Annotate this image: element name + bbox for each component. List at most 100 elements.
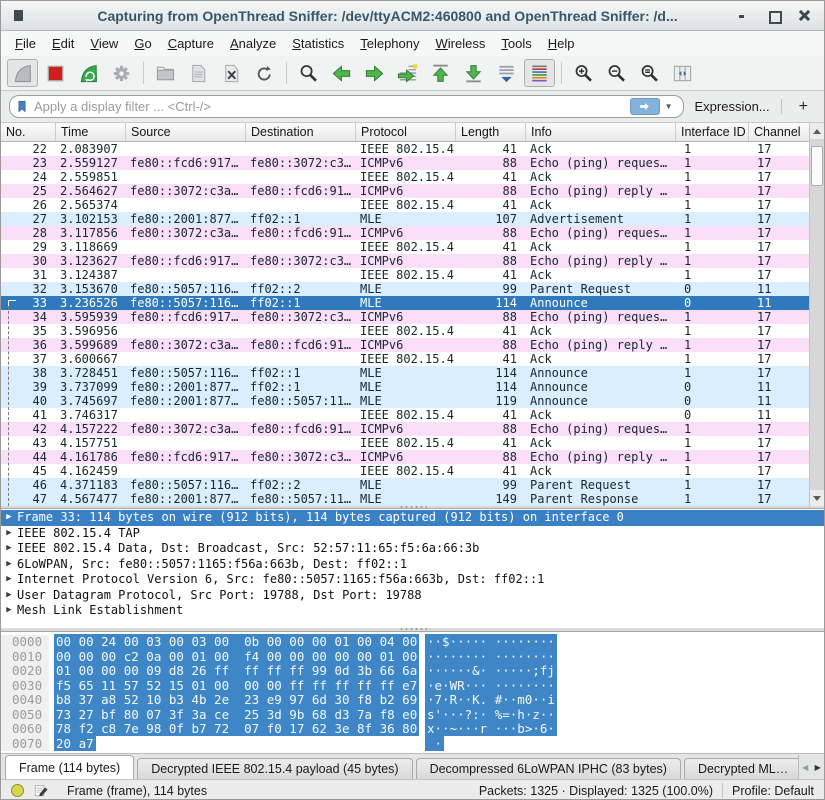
column-header-interface-id[interactable]: Interface ID [676,123,749,141]
go-last-button[interactable] [458,59,489,87]
add-filter-button[interactable]: + [791,98,816,116]
go-forward-button[interactable] [359,59,390,87]
start-capture-button[interactable] [7,59,38,87]
scrollbar-track[interactable] [810,139,824,490]
column-header-time[interactable]: Time [56,123,126,141]
menu-file[interactable]: File [7,33,44,54]
save-file-button[interactable] [183,59,214,87]
go-first-button[interactable] [425,59,456,87]
maximize-icon[interactable] [768,10,779,21]
resize-columns-button[interactable] [667,59,698,87]
minimize-icon[interactable] [737,10,748,21]
menu-help[interactable]: Help [540,33,583,54]
go-to-packet-button[interactable] [392,59,423,87]
packet-row[interactable]: 424.157222fe80::3072:c3a…fe80::fcd6:91…I… [1,422,811,436]
expand-arrow-icon[interactable]: ▶ [1,541,17,557]
menu-tools[interactable]: Tools [493,33,539,54]
hex-row[interactable]: 0030f5 65 11 57 52 15 01 00 00 00 ff ff … [1,679,824,694]
packet-row[interactable]: 323.153670fe80::5057:116…ff02::2MLE99Par… [1,282,811,296]
packet-row[interactable]: 353.596956IEEE 802.15.441Ack117 [1,324,811,338]
hex-row[interactable]: 0040b8 37 a8 52 10 b3 4b 2e 23 e9 97 6d … [1,693,824,708]
menu-telephony[interactable]: Telephony [352,33,427,54]
hex-row[interactable]: 006078 f2 c8 7e 98 0f b7 72 07 f0 17 62 … [1,722,824,737]
packet-row[interactable]: 242.559851IEEE 802.15.441Ack117 [1,170,811,184]
detail-row[interactable]: ▶Frame 33: 114 bytes on wire (912 bits),… [1,510,824,526]
reload-file-button[interactable] [249,59,280,87]
packet-row[interactable]: 434.157751IEEE 802.15.441Ack117 [1,436,811,450]
pane-splitter-2[interactable] [1,628,824,631]
hex-row[interactable]: 005073 27 bf 80 07 3f 3a ce 25 3d 9b 68 … [1,708,824,723]
stop-capture-button[interactable] [40,59,71,87]
packet-row[interactable]: 363.599689fe80::3072:c3a…fe80::fcd6:91…I… [1,338,811,352]
zoom-in-button[interactable] [568,59,599,87]
apply-filter-button[interactable] [630,98,660,115]
hex-row[interactable]: 007020 a7 · [1,737,824,752]
packet-row[interactable]: 383.728451fe80::5057:116…ff02::1MLE114An… [1,366,811,380]
column-header-length[interactable]: Length [456,123,526,141]
column-header-protocol[interactable]: Protocol [356,123,456,141]
packet-row[interactable]: 313.124387IEEE 802.15.441Ack117 [1,268,811,282]
packet-list-scrollbar[interactable] [809,123,824,506]
detail-row[interactable]: ▶Mesh Link Establishment [1,603,824,619]
packet-row[interactable]: 454.162459IEEE 802.15.441Ack117 [1,464,811,478]
colorize-button[interactable] [524,59,555,87]
detail-row[interactable]: ▶6LoWPAN, Src: fe80::5057:1165:f56a:663b… [1,557,824,573]
packet-row[interactable]: 444.161786fe80::fcd6:917…fe80::3072:c3…I… [1,450,811,464]
menu-capture[interactable]: Capture [160,33,222,54]
restart-capture-button[interactable] [73,59,104,87]
menu-edit[interactable]: Edit [44,33,82,54]
close-icon[interactable] [799,10,810,21]
packet-row[interactable]: 273.102153fe80::2001:877…ff02::1MLE107Ad… [1,212,811,226]
expression-button[interactable]: Expression... [693,99,772,114]
menu-go[interactable]: Go [126,33,159,54]
close-file-button[interactable] [216,59,247,87]
display-filter-input[interactable]: Apply a display filter ... <Ctrl-/> ▼ [9,95,684,118]
detail-row[interactable]: ▶IEEE 802.15.4 TAP [1,526,824,542]
auto-scroll-button[interactable] [491,59,522,87]
menu-analyze[interactable]: Analyze [222,33,284,54]
expand-arrow-icon[interactable]: ▶ [1,510,17,526]
hex-row[interactable]: 002001 00 00 00 09 d8 26 ff ff ff ff 99 … [1,664,824,679]
expert-info-icon[interactable] [11,784,24,797]
column-header-info[interactable]: Info [526,123,676,141]
filter-history-dropdown-icon[interactable]: ▼ [660,102,678,111]
go-back-button[interactable] [326,59,357,87]
expand-arrow-icon[interactable]: ▶ [1,572,17,588]
detail-row[interactable]: ▶Internet Protocol Version 6, Src: fe80:… [1,572,824,588]
menu-wireless[interactable]: Wireless [428,33,494,54]
scroll-up-button[interactable] [810,123,824,139]
menu-statistics[interactable]: Statistics [284,33,352,54]
packet-row[interactable]: 393.737099fe80::2001:877…ff02::1MLE114An… [1,380,811,394]
packet-row[interactable]: 232.559127fe80::fcd6:917…fe80::3072:c3…I… [1,156,811,170]
packet-row[interactable]: 373.600667IEEE 802.15.441Ack117 [1,352,811,366]
hex-row[interactable]: 000000 00 24 00 03 00 03 00 0b 00 00 00 … [1,635,824,650]
byte-tab-1[interactable]: Decrypted IEEE 802.15.4 payload (45 byte… [137,758,412,779]
column-header-destination[interactable]: Destination [246,123,356,141]
capture-options-button[interactable] [106,59,137,87]
packet-row[interactable]: 222.083907IEEE 802.15.441Ack117 [1,142,811,156]
byte-tab-2[interactable]: Decompressed 6LoWPAN IPHC (83 bytes) [416,758,681,779]
scrollbar-thumb[interactable] [811,146,823,186]
column-header-source[interactable]: Source [126,123,246,141]
tab-scroll-right-icon[interactable]: ▶ [812,763,825,772]
packet-row[interactable]: 262.565374IEEE 802.15.441Ack117 [1,198,811,212]
packet-row[interactable]: 413.746317IEEE 802.15.441Ack011 [1,408,811,422]
column-header-no[interactable]: No. [1,123,56,141]
byte-tab-0[interactable]: Frame (114 bytes) [5,755,134,779]
detail-row[interactable]: ▶User Datagram Protocol, Src Port: 19788… [1,588,824,604]
packet-row[interactable]: 333.236526fe80::5057:116…ff02::1MLE114An… [1,296,811,310]
packet-row[interactable]: 474.567477fe80::2001:877…fe80::5057:11…M… [1,492,811,506]
status-profile[interactable]: Profile: Default [732,784,814,798]
expand-arrow-icon[interactable]: ▶ [1,588,17,604]
zoom-reset-button[interactable] [634,59,665,87]
packet-row[interactable]: 303.123627fe80::fcd6:917…fe80::3072:c3…I… [1,254,811,268]
capture-comment-icon[interactable] [33,783,48,798]
packet-row[interactable]: 464.371183fe80::5057:116…ff02::2MLE99Par… [1,478,811,492]
byte-tab-3[interactable]: Decrypted ML… [684,758,802,779]
open-file-button[interactable] [150,59,181,87]
pane-splitter-1[interactable] [1,506,824,508]
expand-arrow-icon[interactable]: ▶ [1,526,17,542]
menu-view[interactable]: View [82,33,126,54]
zoom-out-button[interactable] [601,59,632,87]
column-header-channel[interactable]: Channel [749,123,811,141]
